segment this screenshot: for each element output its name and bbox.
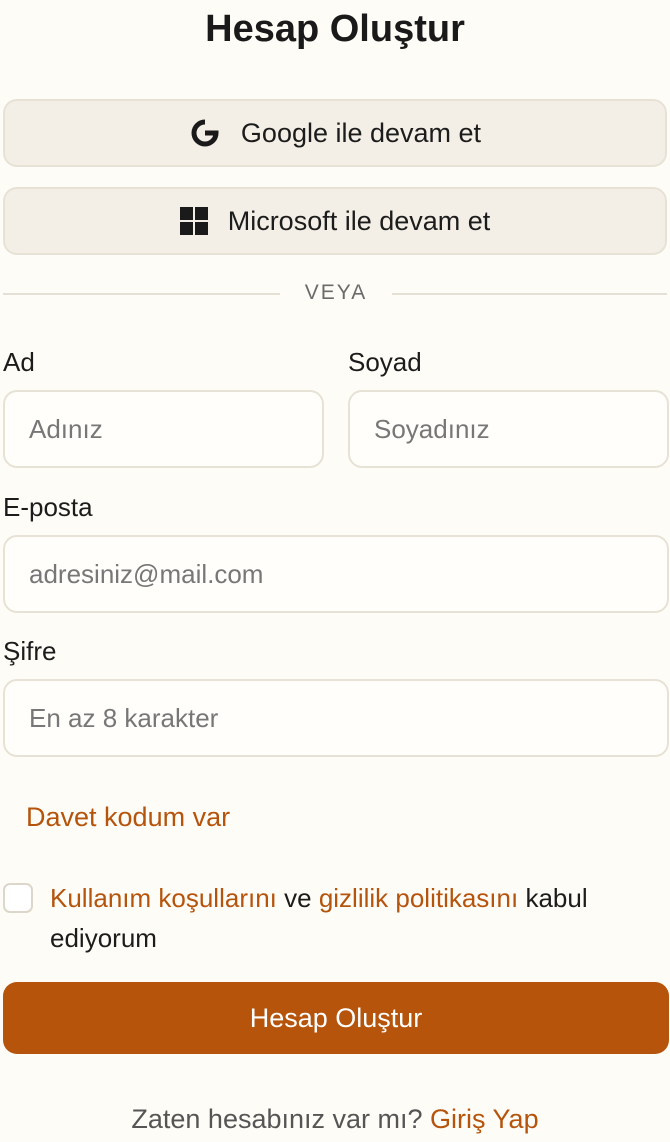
- microsoft-signin-button[interactable]: Microsoft ile devam et: [3, 187, 667, 255]
- privacy-policy-link[interactable]: gizlilik politikasını: [319, 883, 518, 913]
- create-account-button[interactable]: Hesap Oluştur: [3, 982, 669, 1054]
- terms-checkbox[interactable]: [3, 883, 33, 913]
- first-name-input[interactable]: [3, 390, 324, 468]
- last-name-input[interactable]: [348, 390, 669, 468]
- divider-text: VEYA: [304, 281, 368, 304]
- terms-of-use-link[interactable]: Kullanım koşullarını: [50, 883, 277, 913]
- login-prompt: Zaten hesabınız var mı? Giriş Yap: [0, 1104, 670, 1135]
- login-link[interactable]: Giriş Yap: [430, 1104, 539, 1134]
- terms-and-text: ve: [276, 883, 319, 913]
- password-input[interactable]: [3, 679, 669, 757]
- google-icon: [189, 117, 221, 149]
- last-name-label: Soyad: [348, 347, 422, 377]
- microsoft-icon: [179, 207, 208, 235]
- email-label: E-posta: [3, 492, 93, 522]
- terms-text: Kullanım koşullarını ve gizlilik politik…: [50, 878, 665, 958]
- divider-line-right: [392, 293, 667, 295]
- first-name-label: Ad: [3, 347, 35, 377]
- password-label: Şifre: [3, 636, 57, 666]
- email-input[interactable]: [3, 535, 669, 613]
- divider-line-left: [3, 293, 280, 295]
- google-button-label: Google ile devam et: [240, 117, 482, 148]
- login-question-text: Zaten hesabınız var mı?: [131, 1104, 431, 1134]
- invite-code-link[interactable]: Davet kodum var: [26, 802, 230, 833]
- page-title: Hesap Oluştur: [205, 8, 465, 50]
- microsoft-button-label: Microsoft ile devam et: [227, 205, 491, 236]
- google-signin-button[interactable]: Google ile devam et: [3, 99, 667, 167]
- or-divider: VEYA: [0, 280, 670, 308]
